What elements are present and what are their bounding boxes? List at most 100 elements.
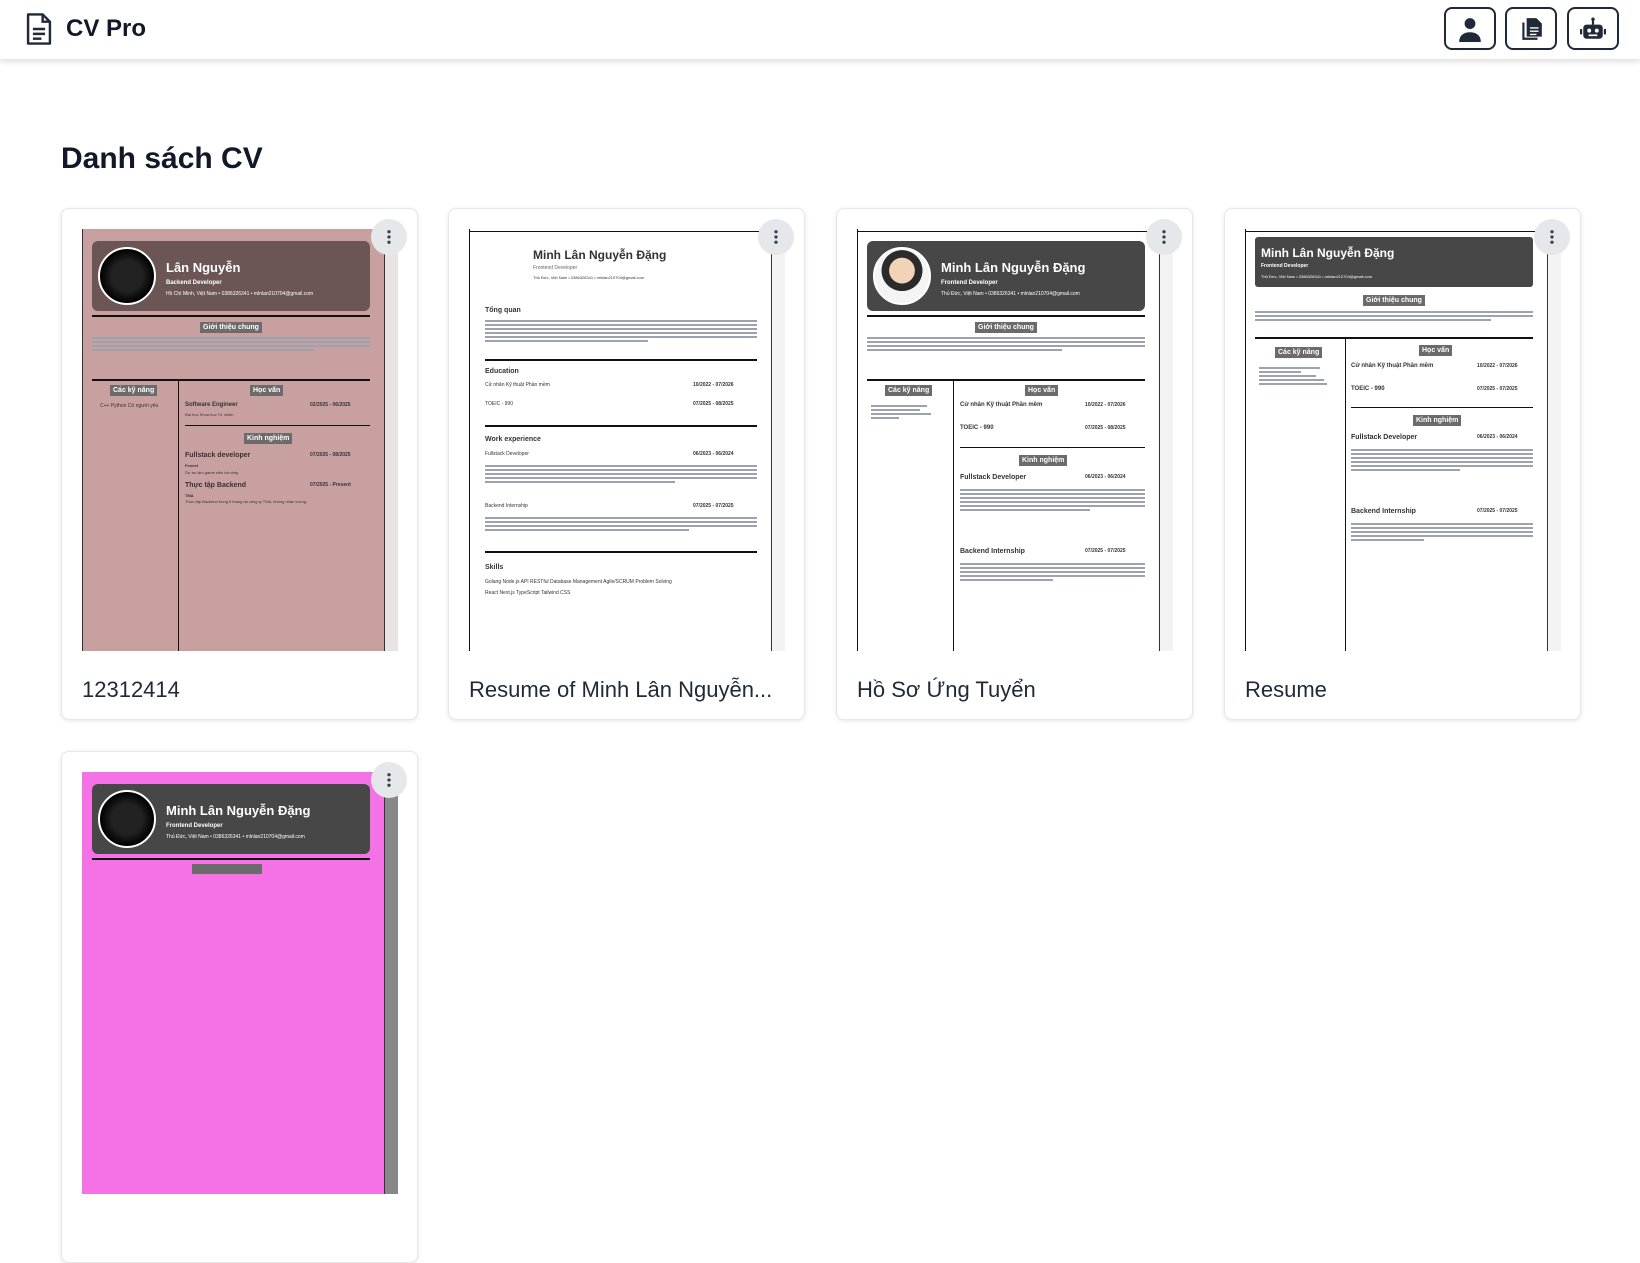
card-menu-button[interactable] [371, 219, 407, 255]
edu-title: Cử nhân Kỹ thuật Phần mềm [485, 382, 550, 388]
resume-name: Lân Nguyễn [166, 260, 241, 275]
exp-date: 07/2025 - Present [310, 482, 351, 488]
edu-date: 02/2025 - 06/2025 [310, 402, 351, 408]
cv-preview-thumbnail[interactable]: Lân Nguyễn Backend Developer Hồ Chí Minh… [82, 229, 398, 651]
resume-role: Frontend Developer [941, 280, 998, 286]
cv-card[interactable]: Minh Lân Nguyễn Đặng Frontend Developer … [61, 751, 418, 1263]
edu-title: TOEIC - 990 [1351, 386, 1385, 392]
exp-title: Fullstack Developer [485, 451, 529, 457]
copy-cv-button[interactable] [1505, 7, 1557, 50]
section-title: Work experience [485, 436, 541, 443]
section-title: Học vấn [1025, 385, 1059, 397]
cv-preview-thumbnail[interactable]: Minh Lân Nguyễn Đặng Frontend Developer … [82, 772, 398, 1194]
cv-preview-thumbnail[interactable]: Minh Lân Nguyễn Đặng Frontend Developer … [469, 229, 785, 651]
exp-date: 07/2025 - 07/2025 [1477, 508, 1518, 514]
app-title: CV Pro [66, 15, 147, 42]
avatar [98, 247, 156, 305]
skills-text: Golang Node.js API RESTful Database Mana… [485, 579, 672, 585]
resume-name: Minh Lân Nguyễn Đặng [533, 248, 667, 262]
exp-date: 07/2025 - 07/2025 [693, 503, 734, 509]
edu-sub: Đại học Khoa học Tự nhiên [185, 412, 234, 417]
card-menu-button[interactable] [1146, 219, 1182, 255]
user-icon [1459, 17, 1481, 42]
edu-title: TOEIC - 990 [485, 401, 513, 407]
exp-desc: Dự án làm game siêu bá cháy [185, 470, 239, 475]
edu-date: 07/2025 - 08/2025 [693, 401, 734, 407]
cv-name[interactable]: Resume of Minh Lân Nguyễn... [469, 677, 789, 703]
exp-title: Fullstack Developer [1351, 434, 1418, 441]
cv-name[interactable]: Resume [1245, 677, 1565, 703]
page-title: Danh sách CV [61, 142, 263, 175]
section-title: Giới thiệu chung [975, 322, 1037, 334]
edu-date: 10/2022 - 07/2026 [1477, 363, 1518, 369]
more-vertical-icon [387, 773, 391, 787]
robot-icon [1580, 17, 1606, 39]
more-vertical-icon [1550, 230, 1554, 244]
resume-name: Minh Lân Nguyễn Đặng [166, 803, 311, 818]
exp-title: Thực tập Backend [185, 482, 247, 489]
cv-card[interactable]: Minh Lân Nguyễn Đặng Frontend Developer … [1224, 208, 1581, 720]
preview-scrollbar [384, 229, 398, 651]
more-vertical-icon [387, 230, 391, 244]
avatar [873, 247, 931, 305]
skills-text: React Next.js TypeScript Tailwind CSS [485, 590, 571, 596]
skills-text: C++ Python Có người yêu [100, 403, 159, 409]
cv-preview-thumbnail[interactable]: Minh Lân Nguyễn Đặng Frontend Developer … [857, 229, 1173, 651]
section-title: Kinh nghiệm [1019, 455, 1068, 467]
resume-contact: Thủ Đức, Việt Nam • 0386326341 • mlnlan2… [1261, 274, 1373, 279]
exp-title: Backend Internship [485, 503, 528, 509]
card-menu-button[interactable] [1534, 219, 1570, 255]
ai-assistant-button[interactable] [1567, 7, 1619, 50]
cv-preview-thumbnail[interactable]: Minh Lân Nguyễn Đặng Frontend Developer … [1245, 229, 1561, 651]
exp-date: 07/2025 - 08/2025 [310, 452, 351, 458]
card-menu-button[interactable] [758, 219, 794, 255]
exp-date: 06/2023 - 06/2024 [1085, 474, 1126, 480]
section-title: Giới thiệu chung [200, 322, 262, 334]
app-logo[interactable]: CV Pro [24, 12, 146, 46]
edu-title: Software Engineer [185, 402, 238, 408]
resume-role: Frontend Developer [166, 823, 223, 829]
resume-role: Frontend Developer [1261, 263, 1309, 269]
more-vertical-icon [1162, 230, 1166, 244]
resume-contact: Thủ Đức, Việt Nam • 0386326341 • mlnlan2… [941, 291, 1080, 297]
section-title: Các kỹ năng [885, 385, 933, 397]
cv-card[interactable]: Lân Nguyễn Backend Developer Hồ Chí Minh… [61, 208, 418, 720]
resume-contact: Hồ Chí Minh, Việt Nam • 0386326341 • mln… [166, 291, 314, 297]
cv-card[interactable]: Minh Lân Nguyễn Đặng Frontend Developer … [836, 208, 1193, 720]
cv-name[interactable]: 12312414 [82, 677, 402, 703]
preview-scrollbar [1547, 229, 1561, 651]
exp-title: Fullstack developer [185, 452, 251, 459]
preview-scrollbar [1159, 229, 1173, 651]
edu-date: 10/2022 - 07/2026 [1085, 402, 1126, 408]
edu-title: Cử nhân Kỹ thuật Phần mềm [960, 402, 1043, 408]
profile-button[interactable] [1444, 7, 1496, 50]
section-title: Kinh nghiệm [1413, 415, 1462, 427]
resume-name: Minh Lân Nguyễn Đặng [941, 260, 1086, 275]
exp-title: Backend Internship [960, 548, 1025, 555]
cv-name[interactable]: Hồ Sơ Ứng Tuyển [857, 677, 1177, 703]
cv-card[interactable]: Minh Lân Nguyễn Đặng Frontend Developer … [448, 208, 805, 720]
section-title: Học vấn [1419, 345, 1453, 357]
exp-company: TMA [185, 493, 194, 498]
more-vertical-icon [774, 230, 778, 244]
preview-scrollbar [384, 772, 398, 1194]
section-title: Skills [485, 564, 504, 571]
card-menu-button[interactable] [371, 762, 407, 798]
section-title: Tổng quan [485, 307, 521, 314]
resume-role: Backend Developer [166, 280, 222, 286]
resume-name: Minh Lân Nguyễn Đặng [1261, 246, 1395, 260]
section-title: Học vấn [250, 385, 284, 397]
section-title: Giới thiệu chung [1363, 295, 1425, 307]
exp-date: 06/2023 - 06/2024 [1477, 434, 1518, 440]
exp-date: 07/2025 - 07/2025 [1085, 548, 1126, 554]
copy-icon [1522, 17, 1542, 40]
resume-contact: Thủ Đức, Việt Nam • 0386326341 • mlnlan2… [166, 834, 305, 840]
exp-title: Fullstack Developer [960, 474, 1027, 481]
section-title: Các kỹ năng [110, 385, 158, 397]
edu-date: 07/2025 - 08/2025 [1085, 425, 1126, 431]
exp-company: Fennet [185, 463, 199, 468]
file-icon [26, 13, 52, 45]
preview-scrollbar [771, 229, 785, 651]
section-title: Education [485, 368, 519, 375]
edu-date: 10/2022 - 07/2026 [693, 382, 734, 388]
